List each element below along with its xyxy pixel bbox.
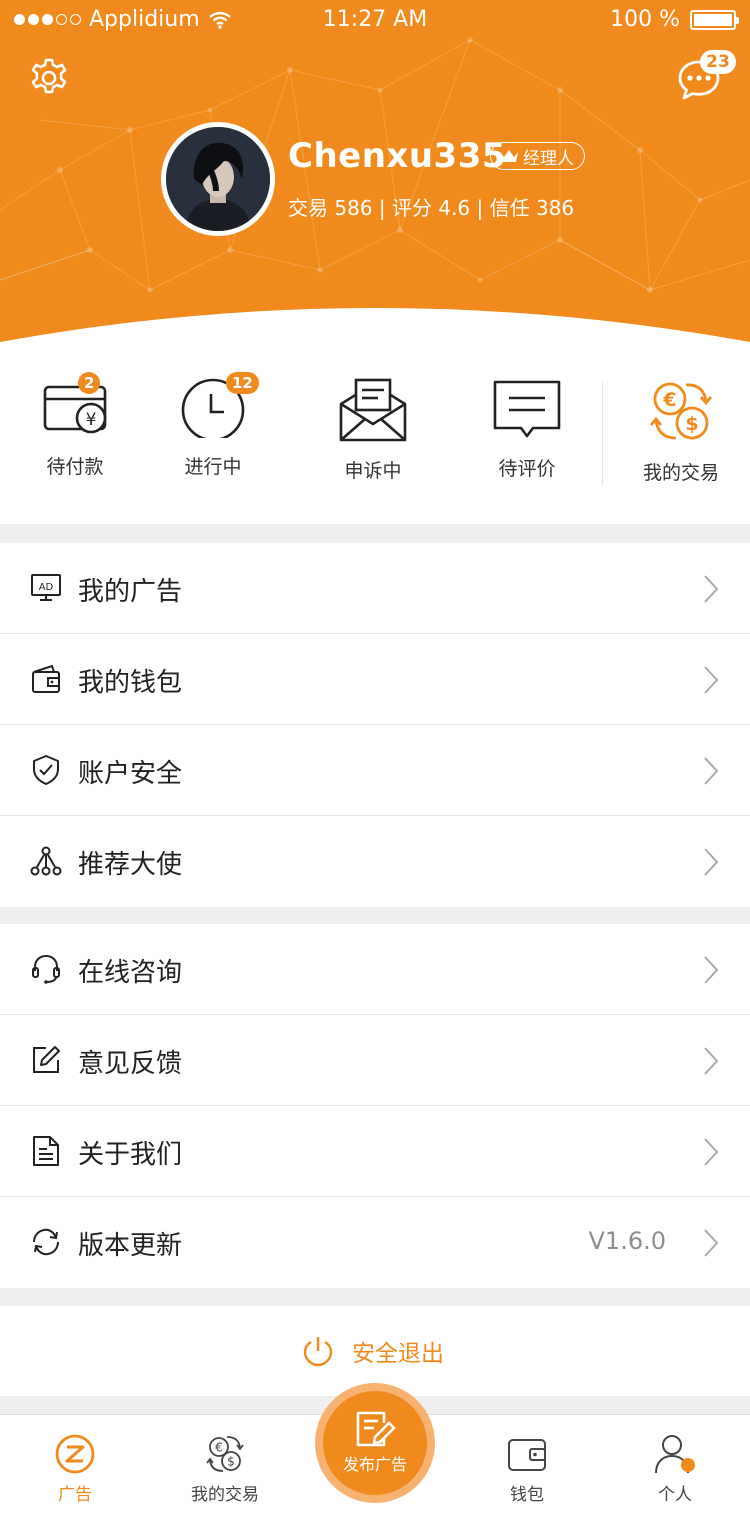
- battery-group: 100 %: [610, 7, 739, 32]
- wallet-icon: [32, 664, 60, 693]
- currency-exchange-icon: € $: [649, 382, 713, 440]
- menu-label: 我的广告: [78, 577, 183, 607]
- menu-group-support: 在线咨询 意见反馈 关于我们 版本更新 V1.6.0: [0, 924, 750, 1288]
- logout-label: 安全退出: [352, 1341, 444, 1367]
- tab-my-trades-label: 我的交易: [191, 1485, 259, 1505]
- ads-logo-icon: [55, 1434, 95, 1474]
- wallet-icon: [508, 1439, 546, 1471]
- publish-ad-button[interactable]: 发布广告: [315, 1383, 435, 1503]
- role-badge: 经理人: [490, 142, 585, 170]
- chevron-right-icon: [704, 848, 719, 876]
- ad-icon: AD: [31, 574, 61, 601]
- battery-icon: [690, 9, 739, 30]
- menu-label: 关于我们: [78, 1140, 183, 1170]
- in-progress-badge: 12: [226, 372, 259, 394]
- publish-edit-icon: [356, 1411, 396, 1447]
- crown-icon: [500, 150, 518, 162]
- publish-ad-circle: 发布广告: [323, 1391, 427, 1495]
- username: Chenxu335: [288, 136, 507, 176]
- menu-item-my-wallet[interactable]: 我的钱包: [0, 634, 750, 725]
- quick-complaint[interactable]: 申诉中: [298, 378, 448, 483]
- header-curve: [0, 308, 750, 352]
- svg-text:€: €: [215, 1441, 223, 1455]
- menu-label: 在线咨询: [78, 958, 183, 988]
- message-count-badge: 23: [700, 50, 736, 74]
- chevron-right-icon: [704, 757, 719, 785]
- avatar[interactable]: [161, 122, 275, 236]
- payment-card-icon: ¥: [43, 385, 107, 434]
- menu-item-feedback[interactable]: 意见反馈: [0, 1015, 750, 1106]
- menu-item-about-us[interactable]: 关于我们: [0, 1106, 750, 1197]
- menu-label: 推荐大使: [78, 850, 183, 880]
- menu-item-my-ads[interactable]: AD 我的广告: [0, 543, 750, 634]
- envelope-icon: [339, 378, 407, 442]
- tab-profile-label: 个人: [658, 1485, 692, 1505]
- chevron-right-icon: [704, 666, 719, 694]
- quick-complaint-label: 申诉中: [344, 460, 402, 482]
- order-status-panel: ¥ 待付款 2 进行中 12 申诉中 待评价 € $ 我的交易: [0, 348, 750, 524]
- chevron-right-icon: [704, 956, 719, 984]
- settings-gear-icon[interactable]: [28, 57, 70, 99]
- avatar-portrait: [166, 127, 270, 231]
- chevron-right-icon: [704, 1229, 719, 1257]
- quick-pending-review-label: 待评价: [498, 458, 556, 480]
- quick-pending-payment-label: 待付款: [46, 456, 104, 478]
- menu-item-online-consult[interactable]: 在线咨询: [0, 924, 750, 1015]
- svg-text:$: $: [685, 413, 698, 435]
- battery-percent: 100 %: [610, 7, 680, 32]
- menu-label: 账户安全: [78, 759, 183, 789]
- user-stats: 交易 586 | 评分 4.6 | 信任 386: [288, 196, 575, 220]
- user-icon: [655, 1435, 695, 1474]
- logout-content: 安全退出: [302, 1334, 444, 1368]
- refresh-icon: [33, 1228, 59, 1256]
- quick-divider: [602, 382, 603, 486]
- shield-icon: [33, 755, 59, 785]
- tab-wallet-label: 钱包: [510, 1485, 544, 1505]
- edit-icon: [33, 1046, 60, 1073]
- chevron-right-icon: [704, 1047, 719, 1075]
- svg-text:AD: AD: [39, 582, 54, 593]
- tab-ads-label: 广告: [58, 1485, 92, 1505]
- currency-exchange-icon: € $: [206, 1436, 244, 1472]
- power-icon: [303, 1337, 333, 1367]
- menu-group-account: AD 我的广告 我的钱包 账户安全 推荐大使: [0, 543, 750, 907]
- svg-text:¥: ¥: [86, 410, 97, 430]
- svg-text:$: $: [227, 1455, 235, 1469]
- network-icon: [30, 846, 62, 876]
- document-icon: [33, 1136, 59, 1166]
- tab-profile[interactable]: 个人: [600, 1433, 750, 1505]
- quick-in-progress-label: 进行中: [184, 456, 242, 478]
- status-bar: Applidium 11:27 AM 100 %: [0, 0, 750, 40]
- chevron-right-icon: [704, 1138, 719, 1166]
- tab-wallet[interactable]: 钱包: [452, 1433, 602, 1505]
- quick-my-trades-label: 我的交易: [642, 462, 719, 484]
- version-number: V1.6.0: [588, 1227, 666, 1255]
- svg-text:€: €: [662, 389, 676, 411]
- role-label: 经理人: [523, 148, 574, 169]
- quick-my-trades[interactable]: € $ 我的交易: [606, 378, 750, 485]
- comment-icon: [493, 380, 561, 438]
- menu-label: 版本更新: [78, 1231, 183, 1261]
- quick-in-progress[interactable]: 进行中 12: [138, 372, 288, 479]
- tab-my-trades[interactable]: € $ 我的交易: [150, 1433, 300, 1505]
- menu-item-version-update[interactable]: 版本更新 V1.6.0: [0, 1197, 750, 1288]
- menu-label: 我的钱包: [78, 668, 183, 698]
- menu-item-referral[interactable]: 推荐大使: [0, 816, 750, 907]
- menu-label: 意见反馈: [78, 1049, 183, 1079]
- quick-pending-payment[interactable]: ¥ 待付款 2: [0, 372, 150, 479]
- menu-item-account-security[interactable]: 账户安全: [0, 725, 750, 816]
- quick-pending-review[interactable]: 待评价: [452, 378, 602, 481]
- chevron-right-icon: [704, 575, 719, 603]
- headset-icon: [32, 954, 60, 984]
- publish-ad-label: 发布广告: [342, 1455, 407, 1474]
- tab-ads[interactable]: 广告: [0, 1433, 150, 1505]
